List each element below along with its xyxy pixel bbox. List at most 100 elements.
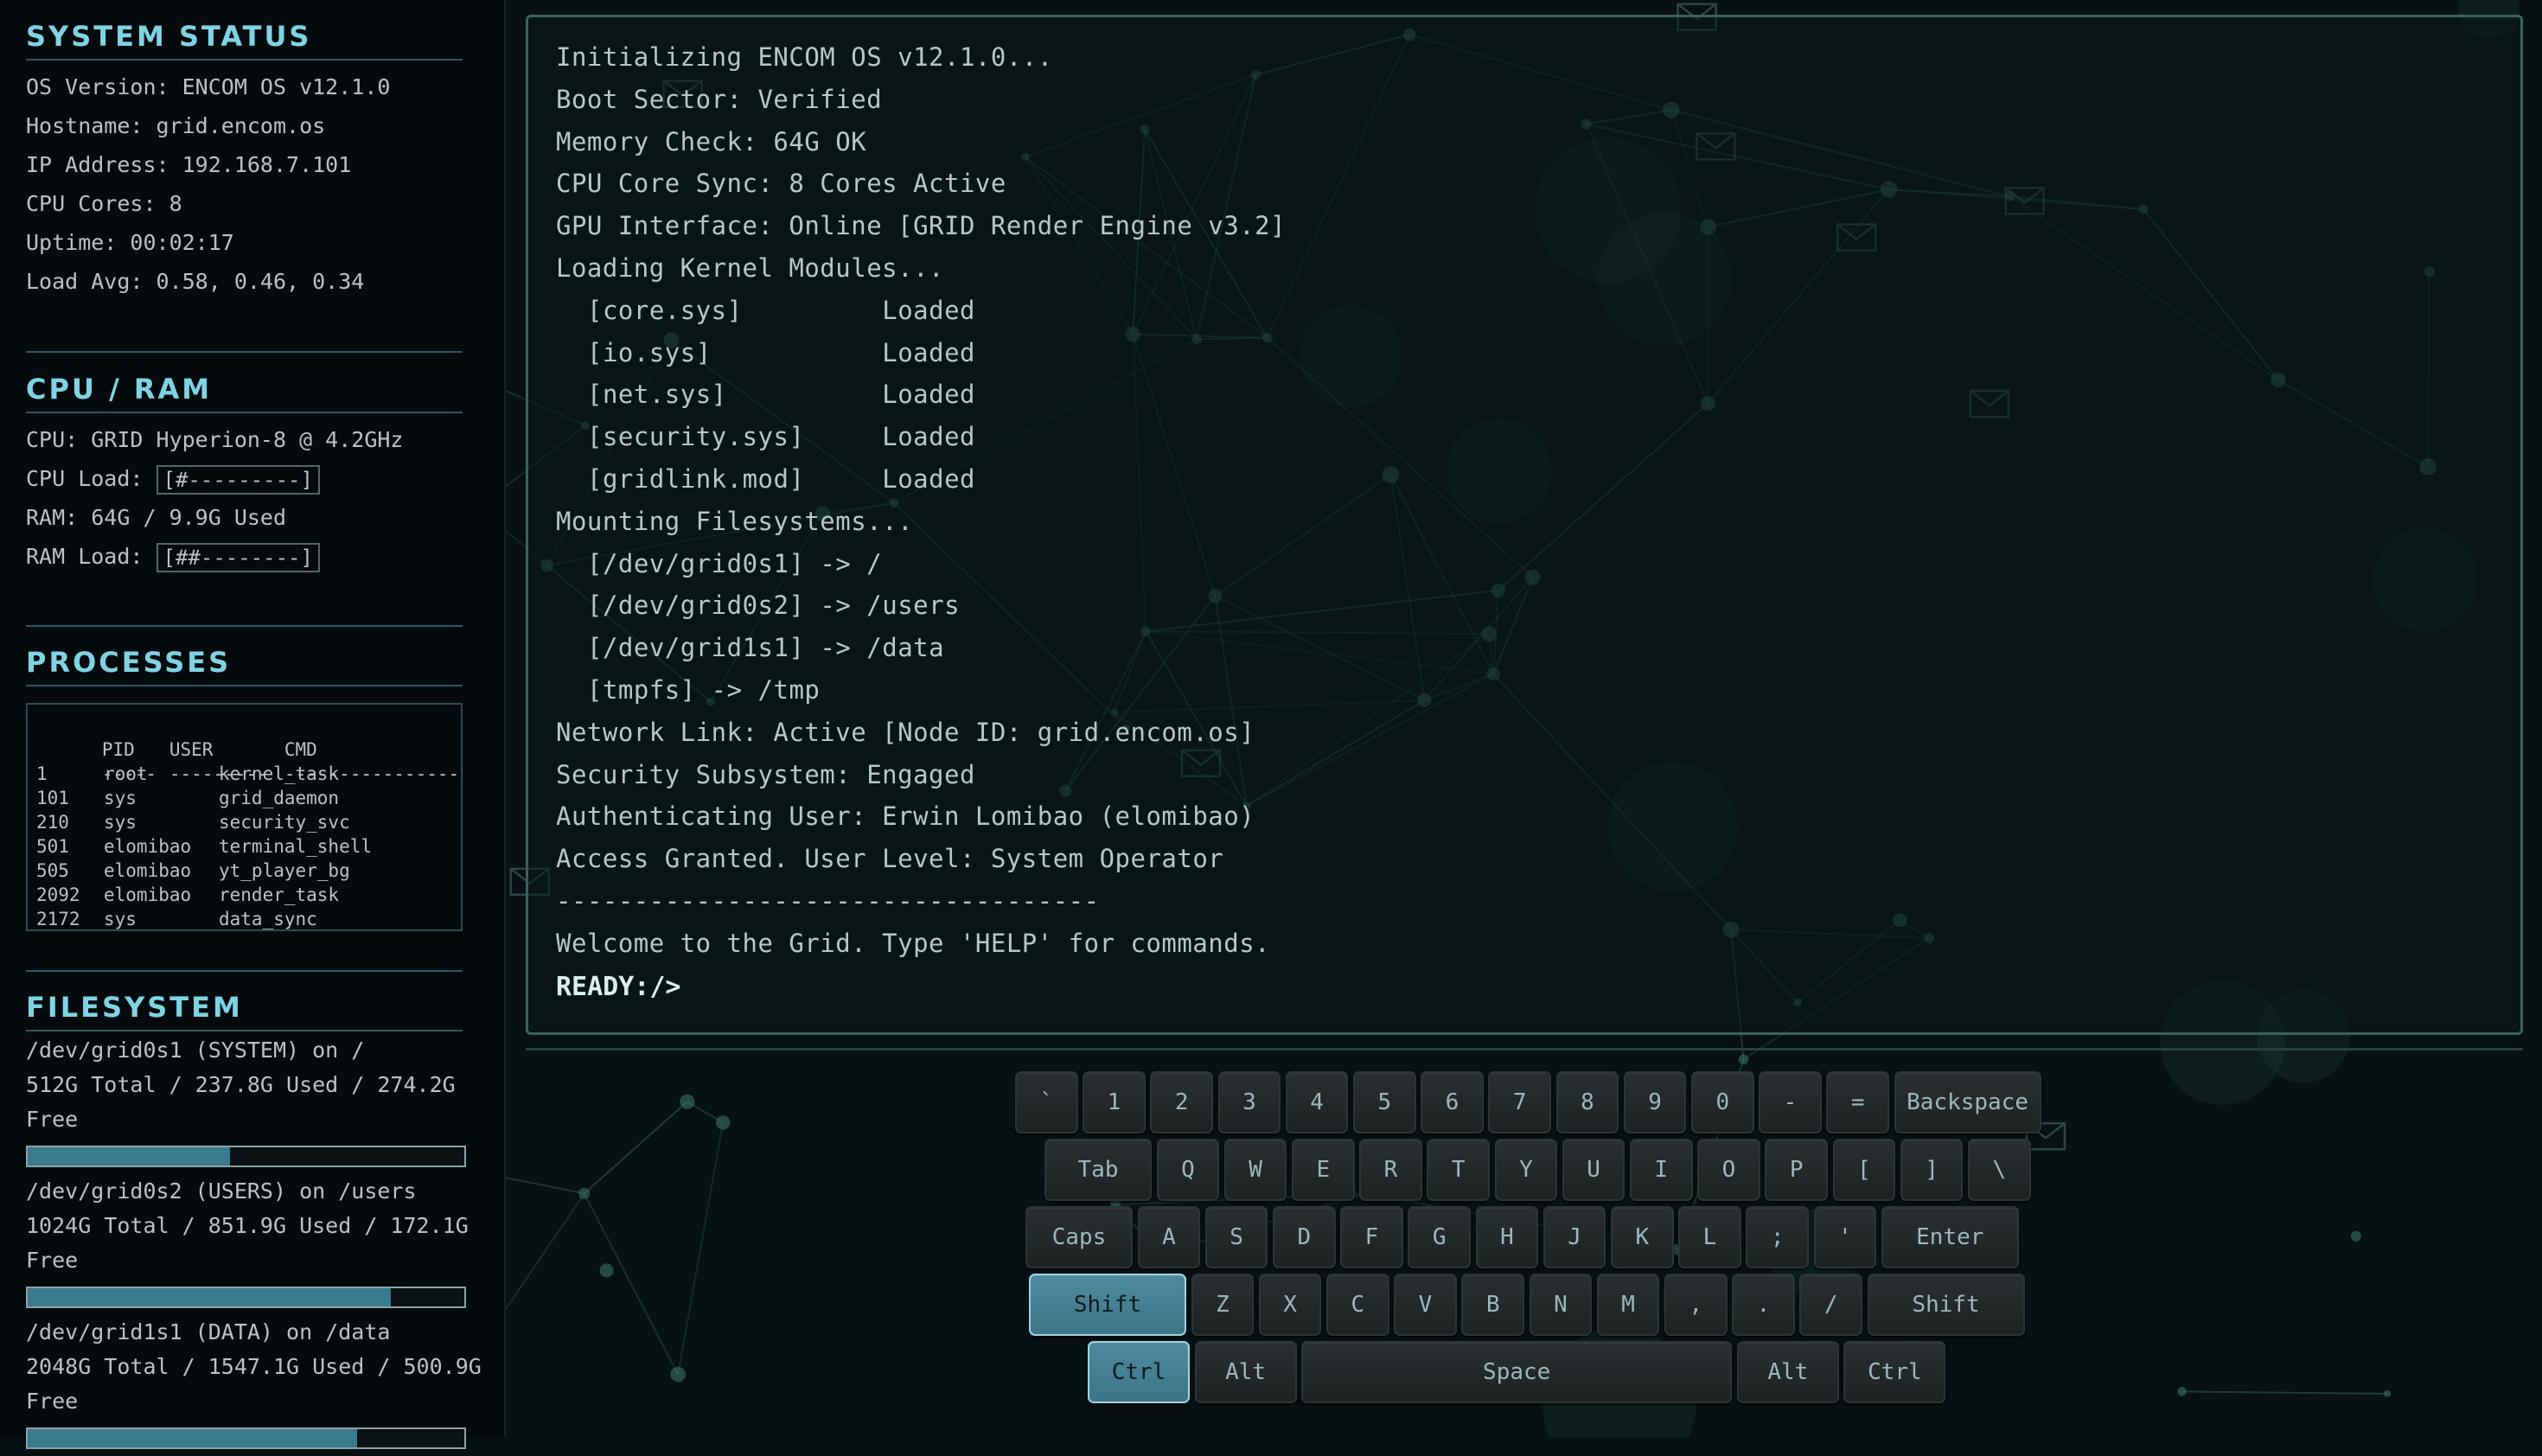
key-o[interactable]: O bbox=[1697, 1139, 1760, 1201]
process-user: elomibao bbox=[104, 883, 219, 907]
process-cmd: render_task bbox=[219, 883, 339, 907]
key-symbol[interactable]: [ bbox=[1833, 1139, 1896, 1201]
user-header: USER bbox=[169, 738, 284, 762]
key-a[interactable]: A bbox=[1138, 1206, 1201, 1268]
cpu-load: CPU Load: [#---------] bbox=[26, 459, 463, 498]
cmd-header: CMD bbox=[284, 738, 317, 762]
key-0[interactable]: 0 bbox=[1691, 1071, 1754, 1134]
key-symbol[interactable]: ] bbox=[1900, 1139, 1964, 1201]
key-z[interactable]: Z bbox=[1191, 1274, 1255, 1336]
process-user: sys bbox=[104, 786, 219, 810]
key-u[interactable]: U bbox=[1562, 1139, 1625, 1201]
key-4[interactable]: 4 bbox=[1286, 1071, 1349, 1134]
terminal-window[interactable]: Initializing ENCOM OS v12.1.0...Boot Sec… bbox=[526, 15, 2523, 1035]
key-f[interactable]: F bbox=[1340, 1206, 1403, 1268]
key-shift[interactable]: Shift bbox=[1029, 1274, 1186, 1336]
keyboard-keys: `1234567890-=Backspace TabQWERTYUIOP[]\ Ca… bbox=[526, 1050, 2523, 1440]
key-space[interactable]: Space bbox=[1301, 1341, 1732, 1403]
key-e[interactable]: E bbox=[1292, 1139, 1355, 1201]
key-x[interactable]: X bbox=[1259, 1274, 1322, 1336]
ram-load: RAM Load: [##--------] bbox=[26, 537, 463, 576]
key-shift[interactable]: Shift bbox=[1868, 1274, 2025, 1336]
process-row[interactable]: 2172sysdata_sync bbox=[36, 907, 452, 931]
key-w[interactable]: W bbox=[1224, 1139, 1287, 1201]
key-symbol[interactable]: \ bbox=[1968, 1139, 2031, 1201]
key-r[interactable]: R bbox=[1359, 1139, 1422, 1201]
key-2[interactable]: 2 bbox=[1150, 1071, 1213, 1134]
key-g[interactable]: G bbox=[1408, 1206, 1471, 1268]
key-backspace[interactable]: Backspace bbox=[1894, 1071, 2041, 1134]
filesystem-usage-fill bbox=[28, 1288, 391, 1306]
key-s[interactable]: S bbox=[1205, 1206, 1268, 1268]
key-symbol[interactable]: ` bbox=[1015, 1071, 1078, 1134]
key-ctrl[interactable]: Ctrl bbox=[1088, 1341, 1190, 1403]
key-p[interactable]: P bbox=[1765, 1139, 1828, 1201]
key-k[interactable]: K bbox=[1611, 1206, 1674, 1268]
load-avg: Load Avg: 0.58, 0.46, 0.34 bbox=[26, 262, 463, 301]
key-3[interactable]: 3 bbox=[1218, 1071, 1281, 1134]
pid-header: PID bbox=[102, 738, 169, 762]
key-symbol[interactable]: = bbox=[1826, 1071, 1889, 1134]
uptime: Uptime: 00:02:17 bbox=[26, 223, 463, 262]
key-caps[interactable]: Caps bbox=[1025, 1206, 1133, 1268]
terminal-line: Initializing ENCOM OS v12.1.0... bbox=[556, 36, 2520, 79]
key-j[interactable]: J bbox=[1543, 1206, 1606, 1268]
filesystem-usage-bar bbox=[26, 1287, 466, 1308]
terminal-line: CPU Core Sync: 8 Cores Active bbox=[556, 163, 2520, 205]
key-b[interactable]: B bbox=[1461, 1274, 1524, 1336]
filesystem-mount: /dev/grid0s2 (USERS) on /users1024G Tota… bbox=[26, 1174, 463, 1308]
process-row[interactable]: 505elomibaoyt_player_bg bbox=[36, 859, 452, 883]
ram-usage: RAM: 64G / 9.9G Used bbox=[26, 498, 463, 537]
key-y[interactable]: Y bbox=[1495, 1139, 1558, 1201]
key-symbol[interactable]: / bbox=[1799, 1274, 1862, 1336]
key-n[interactable]: N bbox=[1530, 1274, 1593, 1336]
process-table-header: PIDUSERCMD bbox=[36, 713, 452, 738]
key-symbol[interactable]: ; bbox=[1746, 1206, 1809, 1268]
process-cmd: data_sync bbox=[219, 907, 317, 931]
process-table[interactable]: PIDUSERCMD -----------------------------… bbox=[26, 703, 463, 931]
terminal-line: Loading Kernel Modules... bbox=[556, 247, 2520, 290]
key-7[interactable]: 7 bbox=[1488, 1071, 1551, 1134]
key-8[interactable]: 8 bbox=[1556, 1071, 1619, 1134]
process-row[interactable]: 210syssecurity_svc bbox=[36, 810, 452, 834]
process-row[interactable]: 2092elomibaorender_task bbox=[36, 883, 452, 907]
terminal-prompt[interactable]: READY:/> bbox=[556, 972, 2520, 1002]
terminal-line: [gridlink.mod] Loaded bbox=[556, 458, 2520, 501]
processes-title: PROCESSES bbox=[26, 645, 463, 686]
terminal-output: Initializing ENCOM OS v12.1.0...Boot Sec… bbox=[556, 36, 2520, 965]
terminal-line: Network Link: Active [Node ID: grid.enco… bbox=[556, 712, 2520, 754]
key-alt[interactable]: Alt bbox=[1737, 1341, 1839, 1403]
key-symbol[interactable]: ' bbox=[1814, 1206, 1877, 1268]
key-alt[interactable]: Alt bbox=[1195, 1341, 1297, 1403]
key-9[interactable]: 9 bbox=[1624, 1071, 1687, 1134]
key-m[interactable]: M bbox=[1597, 1274, 1660, 1336]
key-t[interactable]: T bbox=[1427, 1139, 1490, 1201]
filesystem-list: /dev/grid0s1 (SYSTEM) on /512G Total / 2… bbox=[26, 1033, 463, 1449]
filesystem-usage-bar bbox=[26, 1427, 466, 1449]
key-symbol[interactable]: , bbox=[1664, 1274, 1728, 1336]
filesystem-mount-line1: /dev/grid0s1 (SYSTEM) on / bbox=[26, 1033, 463, 1068]
process-user: elomibao bbox=[104, 859, 219, 883]
key-symbol[interactable]: - bbox=[1759, 1071, 1822, 1134]
process-pid: 2172 bbox=[36, 907, 104, 931]
key-symbol[interactable]: . bbox=[1732, 1274, 1795, 1336]
divider bbox=[26, 351, 463, 353]
key-6[interactable]: 6 bbox=[1421, 1071, 1484, 1134]
key-ctrl[interactable]: Ctrl bbox=[1843, 1341, 1945, 1403]
key-tab[interactable]: Tab bbox=[1044, 1139, 1152, 1201]
key-5[interactable]: 5 bbox=[1353, 1071, 1416, 1134]
process-user: sys bbox=[104, 810, 219, 834]
key-v[interactable]: V bbox=[1394, 1274, 1457, 1336]
key-q[interactable]: Q bbox=[1157, 1139, 1220, 1201]
key-enter[interactable]: Enter bbox=[1881, 1206, 2019, 1268]
key-i[interactable]: I bbox=[1630, 1139, 1693, 1201]
process-row[interactable]: 101sysgrid_daemon bbox=[36, 786, 452, 810]
key-l[interactable]: L bbox=[1678, 1206, 1741, 1268]
process-row[interactable]: 501elomibaoterminal_shell bbox=[36, 834, 452, 859]
filesystem-mount-line1: /dev/grid0s2 (USERS) on /users bbox=[26, 1174, 463, 1209]
key-d[interactable]: D bbox=[1273, 1206, 1336, 1268]
key-1[interactable]: 1 bbox=[1083, 1071, 1146, 1134]
key-h[interactable]: H bbox=[1476, 1206, 1539, 1268]
process-pid: 101 bbox=[36, 786, 104, 810]
key-c[interactable]: C bbox=[1326, 1274, 1389, 1336]
